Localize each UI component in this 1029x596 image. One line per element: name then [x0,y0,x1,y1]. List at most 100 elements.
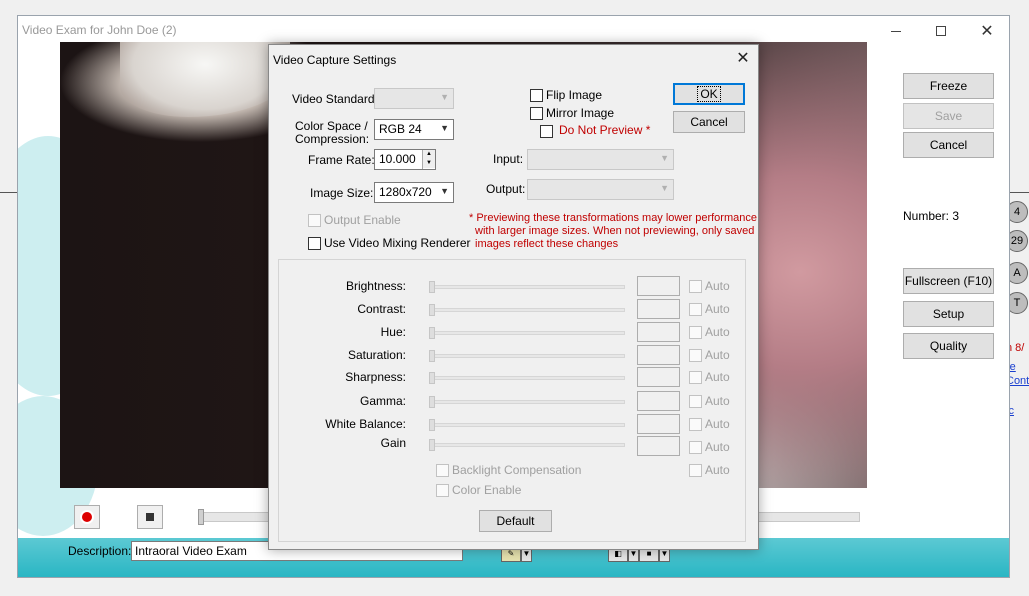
flip-image-checkbox[interactable] [530,89,543,102]
gamma-auto-label: Auto [705,394,730,408]
stop-button[interactable] [137,505,163,529]
brightness-slider-handle[interactable] [429,281,435,293]
spin-up-icon[interactable]: ▲ [423,150,435,159]
seek-handle[interactable] [198,509,204,525]
fullscreen-button[interactable]: Fullscreen (F10) [903,268,994,294]
brightness-value [637,276,680,296]
image-size-select[interactable]: 1280x720 ▼ [374,182,454,203]
white-balance-auto-checkbox[interactable] [689,418,702,431]
output-label: Output: [486,182,526,196]
chevron-down-icon: ▼ [660,153,669,163]
use-vmr-label: Use Video Mixing Renderer [324,236,471,250]
maximize-button[interactable] [918,16,964,46]
spin-buttons[interactable]: ▲ ▼ [422,150,435,169]
saturation-auto-label: Auto [705,348,730,362]
quality-button[interactable]: Quality [903,333,994,359]
sharpness-slider-handle[interactable] [429,372,435,384]
dialog-cancel-button[interactable]: Cancel [673,111,745,133]
do-not-preview-checkbox[interactable] [540,125,553,138]
contrast-auto-checkbox[interactable] [689,303,702,316]
image-size-value: 1280x720 [379,185,432,199]
output-enable-checkbox[interactable] [308,214,321,227]
chevron-down-icon: ▼ [440,123,449,133]
hue-slider-handle[interactable] [429,327,435,339]
gamma-slider[interactable] [430,400,625,404]
sharpness-auto-checkbox[interactable] [689,371,702,384]
saturation-auto-checkbox[interactable] [689,349,702,362]
backlight-auto-label: Auto [705,463,730,477]
spin-down-icon[interactable]: ▼ [423,159,435,168]
frame-rate-value: 10.000 [379,152,416,166]
sharpness-value [637,367,680,387]
mirror-image-checkbox[interactable] [530,107,543,120]
saturation-slider-handle[interactable] [429,350,435,362]
sharpness-slider[interactable] [430,376,625,380]
frame-rate-label: Frame Rate: [308,153,375,167]
gamma-auto-checkbox[interactable] [689,395,702,408]
hue-value [637,322,680,342]
gain-auto-checkbox[interactable] [689,441,702,454]
use-vmr-checkbox[interactable] [308,237,321,250]
chevron-down-icon: ▼ [440,186,449,196]
freeze-button[interactable]: Freeze [903,73,994,99]
white-balance-value [637,414,680,434]
saturation-slider[interactable] [430,354,625,358]
contrast-slider-handle[interactable] [429,304,435,316]
record-button[interactable] [74,505,100,529]
white-balance-auto-label: Auto [705,417,730,431]
video-capture-settings-dialog: Video Capture Settings ✕ Video Standard:… [268,44,759,550]
contrast-slider[interactable] [430,308,625,312]
close-button[interactable]: ✕ [964,16,1009,46]
output-select[interactable]: ▼ [527,179,674,200]
compression-label: Compression: [295,132,370,146]
brightness-label: Brightness: [345,279,406,293]
background-divider-right [1010,192,1029,193]
setup-button[interactable]: Setup [903,301,994,327]
gain-slider[interactable] [430,443,625,447]
background-divider-left [0,192,18,193]
maximize-icon [936,26,946,36]
dialog-close-button[interactable]: ✕ [731,49,755,69]
input-select[interactable]: ▼ [527,149,674,170]
contrast-label: Contrast: [357,302,406,316]
output-enable-label: Output Enable [324,213,401,227]
sharpness-auto-label: Auto [705,370,730,384]
hue-slider[interactable] [430,331,625,335]
image-size-label: Image Size: [310,186,374,200]
stop-icon [146,513,154,521]
saturation-label: Saturation: [347,348,406,362]
preview-note-line-1: * Previewing these transformations may l… [469,212,757,224]
frame-rate-stepper[interactable]: 10.000 ▲ ▼ [374,149,436,170]
video-standard-select[interactable]: ▼ [374,88,454,109]
default-button[interactable]: Default [479,510,552,532]
contrast-value [637,299,680,319]
ok-button[interactable]: OK [673,83,745,105]
white-balance-slider-handle[interactable] [429,419,435,431]
minimize-button[interactable] [873,16,919,46]
color-space-select[interactable]: RGB 24 ▼ [374,119,454,140]
backlight-auto-checkbox[interactable] [689,464,702,477]
hue-auto-checkbox[interactable] [689,326,702,339]
close-icon: ✕ [736,50,750,67]
brightness-slider[interactable] [430,285,625,289]
gain-value [637,436,680,456]
gamma-slider-handle[interactable] [429,396,435,408]
video-image [120,42,290,117]
dialog-title: Video Capture Settings [273,53,397,67]
chevron-down-icon: ▼ [660,183,669,193]
close-icon: ✕ [980,23,994,40]
record-icon [82,512,92,522]
gain-slider-handle[interactable] [429,439,435,451]
save-button[interactable]: Save [903,103,994,129]
backlight-compensation-checkbox[interactable] [436,464,449,477]
cancel-button[interactable]: Cancel [903,132,994,158]
preview-note-line-3: images reflect these changes [475,238,619,250]
color-enable-checkbox[interactable] [436,484,449,497]
color-space-label: Color Space / [295,119,368,133]
video-standard-label: Video Standard: [292,92,378,106]
brightness-auto-checkbox[interactable] [689,280,702,293]
white-balance-slider[interactable] [430,423,625,427]
white-balance-label: White Balance: [325,417,406,431]
color-space-value: RGB 24 [379,122,422,136]
contrast-auto-label: Auto [705,302,730,316]
